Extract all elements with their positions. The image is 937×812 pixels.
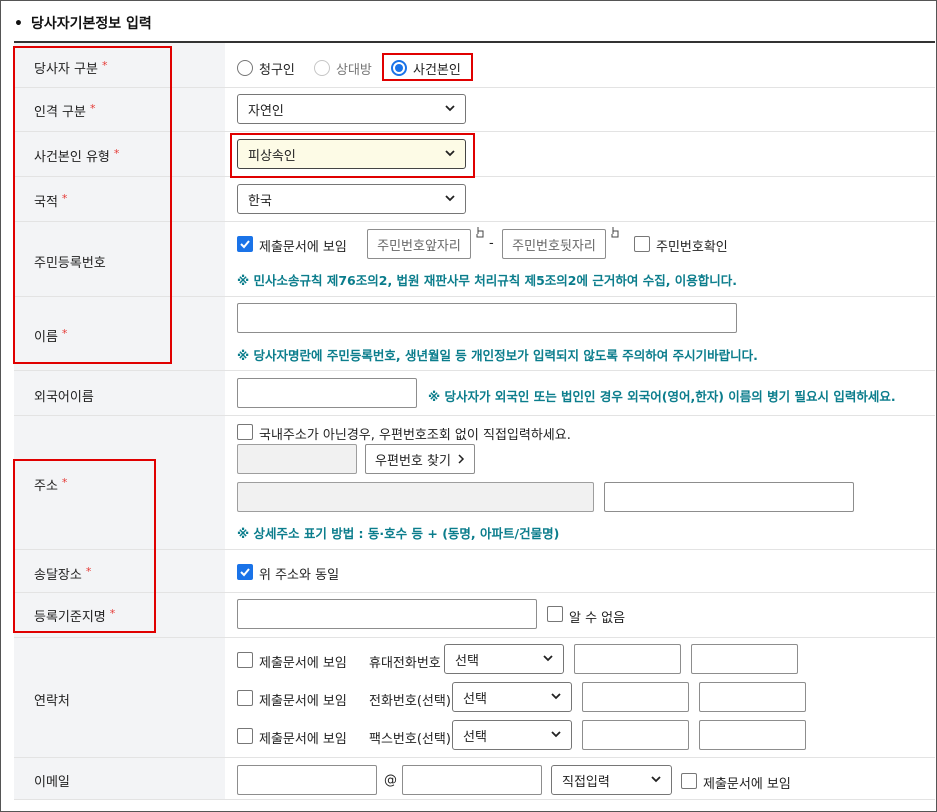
contact-fax-type-label: 팩스번호(선택) bbox=[369, 732, 451, 747]
chevron-down-icon bbox=[551, 731, 561, 738]
check-icon bbox=[240, 568, 250, 577]
chevron-down-icon bbox=[551, 693, 561, 700]
address-direct-label: 국내주소가 아닌경우, 우편번호조회 없이 직접입력하세요. bbox=[259, 428, 571, 443]
hand-cursor-icon bbox=[476, 227, 484, 238]
email-domain-select-value: 직접입력 bbox=[562, 774, 610, 790]
contact-fax-show-label: 제출문서에 보임 bbox=[259, 732, 347, 747]
row-divider bbox=[14, 637, 935, 638]
label-text: 외국어이름 bbox=[34, 390, 94, 405]
highlight-box-labels-bottom bbox=[13, 459, 156, 633]
row-divider bbox=[14, 415, 935, 416]
chevron-down-icon bbox=[543, 655, 553, 662]
chevron-right-icon bbox=[458, 454, 465, 464]
rrn-confirm-checkbox[interactable] bbox=[634, 236, 650, 252]
rrn-show-checkbox[interactable] bbox=[237, 236, 253, 252]
contact-mobile-mid-input[interactable] bbox=[574, 644, 681, 674]
address-note: ※ 상세주소 표기 방법 : 동·호수 등 + (동명, 아파트/건물명) bbox=[237, 526, 560, 541]
rrn-front-input[interactable]: 주민번호앞자리 bbox=[367, 229, 471, 259]
contact-fax-last-input[interactable] bbox=[699, 720, 806, 750]
contact-phone-show-label: 제출문서에 보임 bbox=[259, 694, 347, 709]
delivery-same-label: 위 주소와 동일 bbox=[259, 568, 340, 583]
name-input[interactable] bbox=[237, 303, 737, 333]
address-detail-input[interactable] bbox=[604, 482, 854, 512]
contact-phone-select-value: 선택 bbox=[463, 691, 487, 707]
email-show-checkbox[interactable] bbox=[681, 773, 697, 789]
rrn-back-placeholder: 주민번호뒷자리 bbox=[512, 238, 596, 254]
rrn-note: ※ 민사소송규칙 제76조의2, 법원 재판사무 처리규칙 제5조의2에 근거하… bbox=[237, 273, 738, 288]
nationality-select[interactable]: 한국 bbox=[237, 184, 466, 214]
section-title-text: 당사자기본정보 입력 bbox=[30, 16, 152, 32]
row-divider bbox=[14, 757, 935, 758]
rrn-separator: - bbox=[489, 236, 494, 251]
label-text: 이메일 bbox=[34, 775, 70, 790]
label-contact: 연락처 bbox=[34, 690, 70, 709]
contact-fax-select[interactable]: 선택 bbox=[452, 720, 572, 750]
registry-unknown-label: 알 수 없음 bbox=[569, 611, 626, 626]
address-direct-checkbox[interactable] bbox=[237, 424, 253, 440]
rrn-show-label: 제출문서에 보임 bbox=[259, 240, 347, 255]
contact-phone-last-input[interactable] bbox=[699, 682, 806, 712]
postal-search-label: 우편번호 찾기 bbox=[375, 453, 451, 469]
email-domain-select[interactable]: 직접입력 bbox=[551, 765, 672, 795]
label-foreign-name: 외국어이름 bbox=[34, 386, 94, 405]
postal-search-button[interactable]: 우편번호 찾기 bbox=[365, 444, 475, 474]
contact-mobile-select[interactable]: 선택 bbox=[444, 644, 564, 674]
label-text: 연락처 bbox=[34, 694, 70, 709]
contact-phone-type-label: 전화번호(선택) bbox=[369, 694, 451, 709]
rrn-back-input[interactable]: 주민번호뒷자리 bbox=[502, 229, 606, 259]
rrn-confirm-label: 주민번호확인 bbox=[656, 240, 728, 255]
delivery-same-checkbox[interactable] bbox=[237, 564, 253, 580]
radio-claimant-label: 청구인 bbox=[259, 63, 295, 78]
contact-phone-select[interactable]: 선택 bbox=[452, 682, 572, 712]
row-divider bbox=[14, 799, 935, 800]
highlight-box-principal-radio bbox=[382, 53, 473, 81]
contact-mobile-show-checkbox[interactable] bbox=[237, 652, 253, 668]
chevron-down-icon bbox=[445, 105, 455, 112]
bullet-icon: • bbox=[14, 16, 23, 32]
contact-mobile-last-input[interactable] bbox=[691, 644, 798, 674]
label-email: 이메일 bbox=[34, 771, 70, 790]
email-at-sign: @ bbox=[384, 773, 397, 788]
radio-opponent[interactable] bbox=[314, 60, 330, 76]
contact-fax-show-checkbox[interactable] bbox=[237, 728, 253, 744]
contact-mobile-show-label: 제출문서에 보임 bbox=[259, 656, 347, 671]
highlight-box-principal-type bbox=[230, 133, 475, 178]
nationality-value: 한국 bbox=[248, 193, 272, 209]
foreign-name-input[interactable] bbox=[237, 378, 417, 408]
email-show-label: 제출문서에 보임 bbox=[703, 777, 791, 792]
row-divider bbox=[14, 370, 935, 371]
name-note: ※ 당사자명란에 주민등록번호, 생년월일 등 개인정보가 입력되지 않도록 주… bbox=[237, 348, 758, 363]
contact-mobile-type-label: 휴대전화번호 bbox=[369, 656, 441, 671]
check-icon bbox=[240, 240, 250, 249]
person-type-select[interactable]: 자연인 bbox=[237, 94, 466, 124]
section-title: • 당사자기본정보 입력 bbox=[14, 13, 152, 33]
address-main-input[interactable] bbox=[237, 482, 594, 512]
registry-unknown-checkbox[interactable] bbox=[547, 606, 563, 622]
email-domain-input[interactable] bbox=[402, 765, 542, 795]
radio-claimant[interactable] bbox=[237, 60, 253, 76]
contact-fax-mid-input[interactable] bbox=[582, 720, 689, 750]
radio-opponent-label: 상대방 bbox=[336, 63, 372, 78]
person-type-value: 자연인 bbox=[248, 103, 284, 119]
postal-code-input[interactable] bbox=[237, 444, 357, 474]
email-id-input[interactable] bbox=[237, 765, 377, 795]
contact-phone-show-checkbox[interactable] bbox=[237, 690, 253, 706]
contact-fax-select-value: 선택 bbox=[463, 729, 487, 745]
rrn-front-placeholder: 주민번호앞자리 bbox=[377, 238, 461, 254]
chevron-down-icon bbox=[445, 195, 455, 202]
registry-input[interactable] bbox=[237, 599, 537, 629]
contact-mobile-select-value: 선택 bbox=[455, 653, 479, 669]
hand-cursor-icon bbox=[611, 227, 619, 238]
highlight-box-labels-top bbox=[13, 46, 172, 364]
contact-phone-mid-input[interactable] bbox=[582, 682, 689, 712]
foreign-name-note: ※ 당사자가 외국인 또는 법인인 경우 외국어(영어,한자) 이름의 병기 필… bbox=[428, 389, 896, 404]
chevron-down-icon bbox=[651, 776, 661, 783]
